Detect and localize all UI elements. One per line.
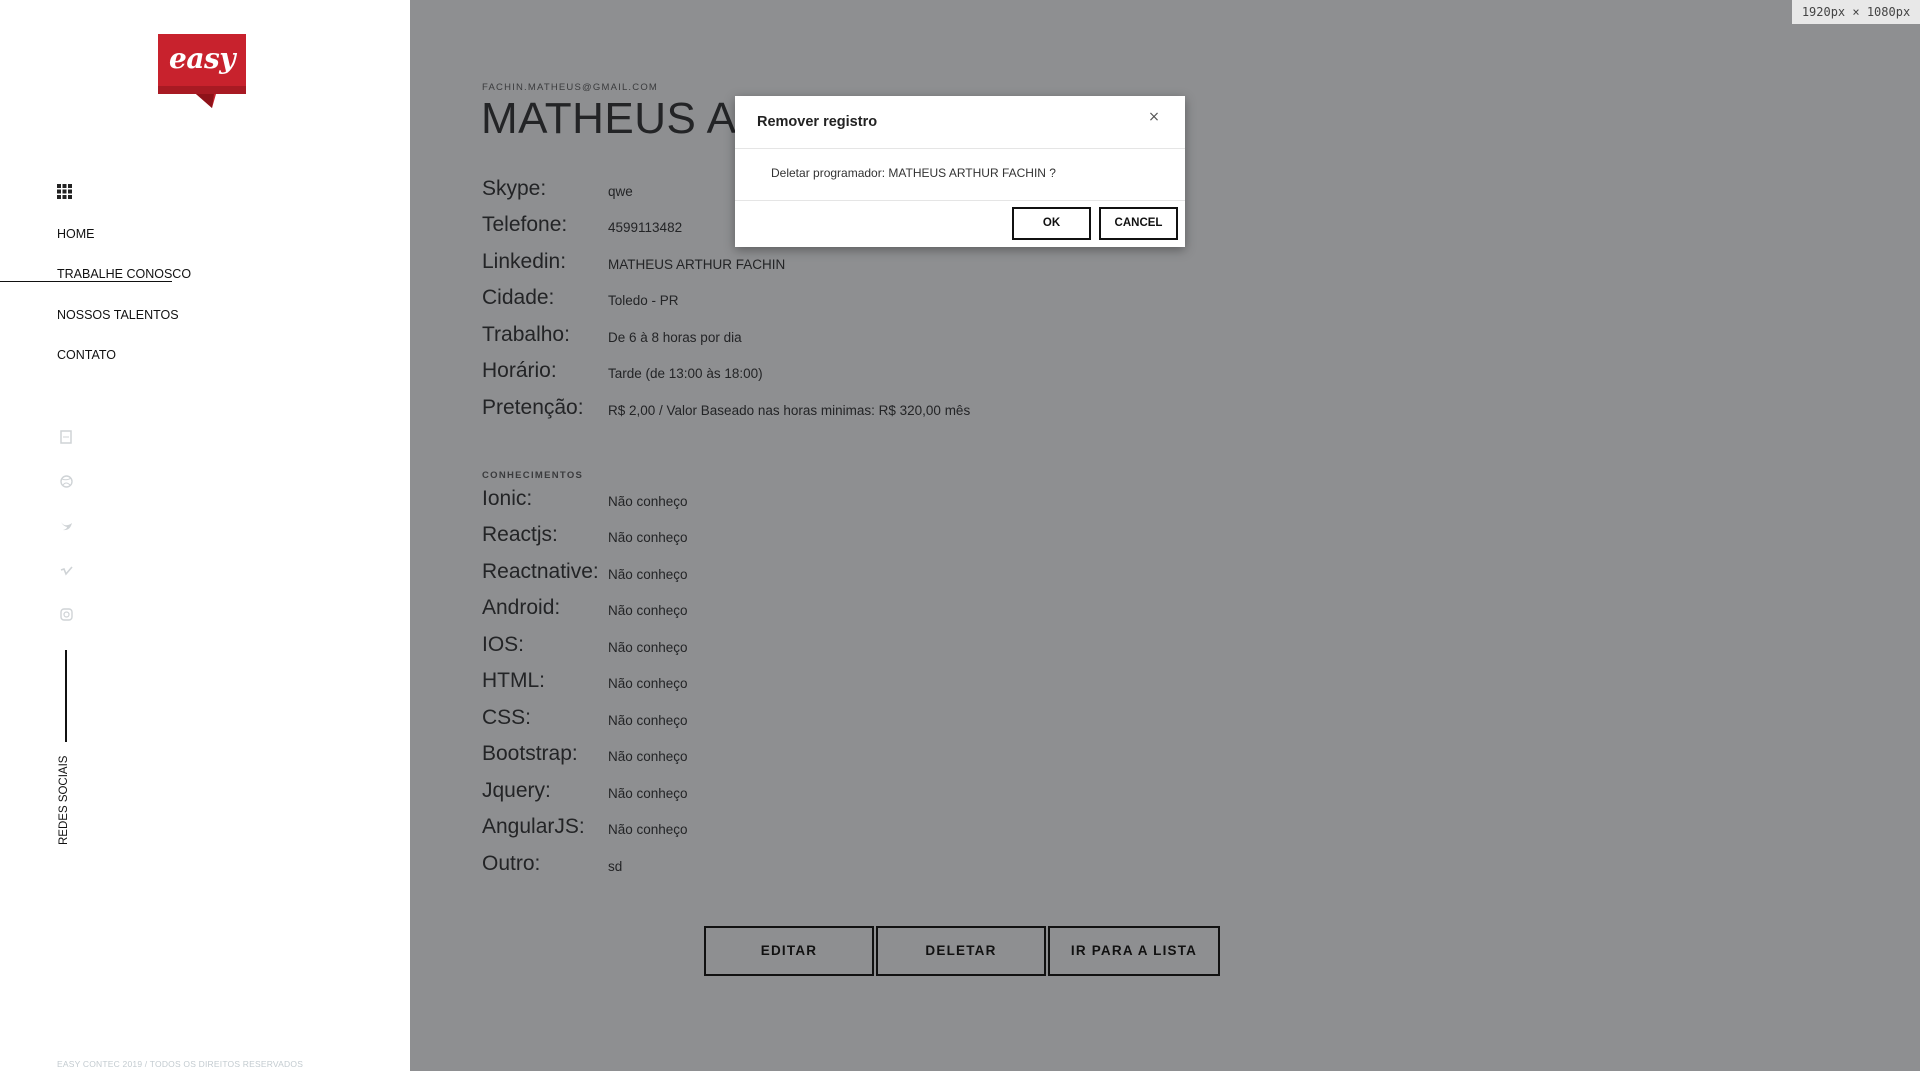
instagram-icon[interactable]	[59, 608, 73, 622]
skill-value: Não conheço	[608, 676, 688, 691]
ok-button[interactable]: OK	[1012, 207, 1091, 240]
go-to-list-button[interactable]: IR PARA A LISTA	[1048, 926, 1220, 976]
field-value: Toledo - PR	[608, 293, 679, 308]
skill-label: AngularJS:	[482, 815, 585, 838]
field-label: Horário:	[482, 359, 557, 382]
skill-label: Ionic:	[482, 487, 533, 510]
skill-value: Não conheço	[608, 822, 688, 837]
cancel-button[interactable]: CANCEL	[1099, 207, 1178, 240]
redes-sociais-label: REDES SOCIAIS	[58, 755, 70, 845]
dialog-header: Remover registro ×	[735, 96, 1185, 149]
field-label: Trabalho:	[482, 323, 570, 346]
twitter-icon[interactable]	[59, 520, 73, 534]
delete-button[interactable]: DELETAR	[876, 926, 1046, 976]
nav-trabalhe-conosco[interactable]: TRABALHE CONOSCO	[57, 267, 191, 281]
skill-value: Não conheço	[608, 494, 688, 509]
skill-label: HTML:	[482, 669, 545, 692]
behance-icon[interactable]	[59, 430, 73, 444]
close-icon[interactable]: ×	[1144, 107, 1164, 127]
field-value: 4599113482	[608, 220, 683, 235]
vimeo-icon[interactable]	[59, 565, 73, 579]
skill-label: Reactjs:	[482, 523, 558, 546]
viewport-size-badge: 1920px × 1080px	[1792, 0, 1920, 24]
remove-record-dialog: Remover registro × Deletar programador: …	[735, 96, 1185, 247]
skill-label: Reactnative:	[482, 560, 599, 583]
skill-label: Outro:	[482, 852, 541, 875]
easy-logo[interactable]: easy	[156, 34, 248, 108]
skill-value: Não conheço	[608, 786, 688, 801]
field-value: qwe	[608, 184, 633, 199]
skill-value: Não conheço	[608, 603, 688, 618]
field-label: Telefone:	[482, 213, 568, 236]
skill-value: sd	[608, 859, 623, 874]
skill-value: Não conheço	[608, 640, 688, 655]
dialog-message: Deletar programador: MATHEUS ARTHUR FACH…	[771, 166, 1056, 180]
field-label: Linkedin:	[482, 250, 567, 273]
dribbble-icon[interactable]	[59, 475, 73, 489]
field-value: Tarde (de 13:00 às 18:00)	[608, 366, 763, 381]
profile-email: FACHIN.MATHEUS@GMAIL.COM	[482, 82, 659, 93]
dialog-title: Remover registro	[757, 114, 878, 130]
field-value: MATHEUS ARTHUR FACHIN	[608, 257, 786, 272]
skill-value: Não conheço	[608, 567, 688, 582]
nav-contato[interactable]: CONTATO	[57, 348, 116, 362]
sidebar: easy HOME TRABALHE CONOSCO NOSSOS TALENT…	[0, 0, 410, 1071]
field-value: De 6 à 8 horas por dia	[608, 330, 742, 345]
logo-text: easy	[169, 42, 236, 75]
edit-button[interactable]: EDITAR	[704, 926, 874, 976]
skill-label: Jquery:	[482, 779, 551, 802]
dialog-footer-divider	[735, 200, 1185, 201]
grid-menu-icon[interactable]	[57, 184, 72, 199]
skill-label: CSS:	[482, 706, 532, 729]
skill-value: Não conheço	[608, 713, 688, 728]
field-label: Skype:	[482, 177, 547, 200]
field-label: Pretenção:	[482, 396, 584, 419]
field-value: R$ 2,00 / Valor Baseado nas horas minima…	[608, 403, 971, 418]
skill-value: Não conheço	[608, 530, 688, 545]
skill-label: IOS:	[482, 633, 525, 656]
nav-nossos-talentos[interactable]: NOSSOS TALENTOS	[57, 308, 179, 322]
nav-home[interactable]: HOME	[57, 227, 95, 241]
active-nav-underline	[0, 281, 172, 282]
copyright-text: EASY CONTEC 2019 / TODOS OS DIREITOS RES…	[57, 1059, 304, 1069]
skill-label: Android:	[482, 596, 561, 619]
skills-section-title: CONHECIMENTOS	[482, 470, 584, 481]
skill-value: Não conheço	[608, 749, 688, 764]
social-divider-line	[65, 650, 67, 742]
field-label: Cidade:	[482, 286, 555, 309]
skill-label: Bootstrap:	[482, 742, 578, 765]
